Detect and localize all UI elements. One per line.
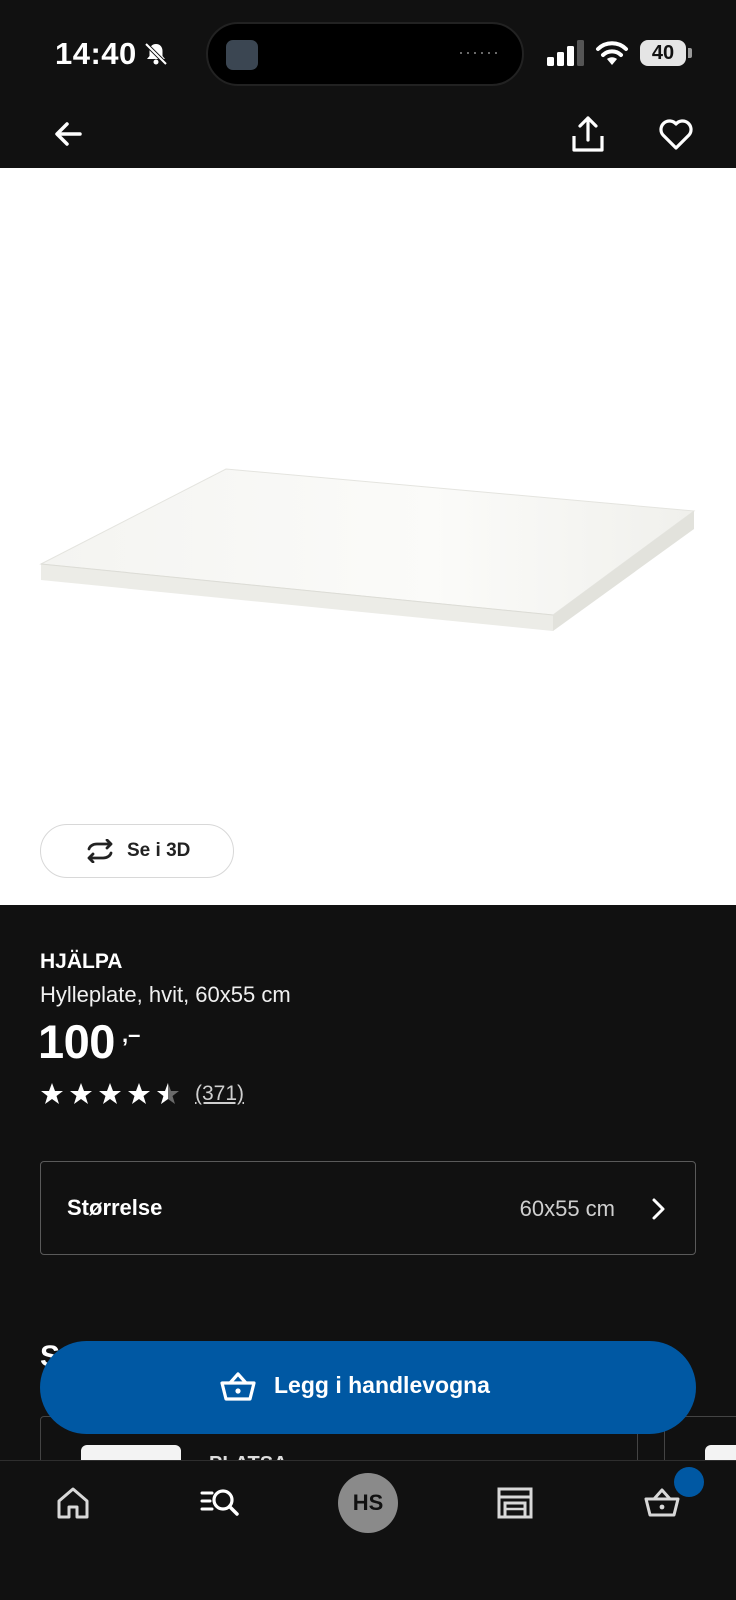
product-rating[interactable]: (371) xyxy=(40,1081,244,1107)
product-price: 100 xyxy=(38,1015,115,1068)
cart-notification-badge xyxy=(674,1467,704,1497)
cellular-signal-icon xyxy=(547,40,584,66)
size-value: 60x55 cm xyxy=(519,1196,615,1221)
tab-home[interactable] xyxy=(33,1461,113,1541)
review-count-link[interactable]: (371) xyxy=(195,1082,244,1106)
battery-indicator: 40 xyxy=(640,40,692,66)
profile-avatar: HS xyxy=(338,1473,398,1533)
product-image-shelf xyxy=(39,468,696,631)
search-list-icon xyxy=(200,1489,239,1516)
share-icon[interactable] xyxy=(568,112,608,156)
back-arrow-icon[interactable] xyxy=(48,114,88,154)
dynamic-island: ······ xyxy=(206,22,524,86)
price-suffix: ,– xyxy=(122,1022,141,1047)
island-dots: ······ xyxy=(458,42,500,62)
status-time: 14:40 xyxy=(55,36,137,71)
product-brand: HJÄLPA xyxy=(40,950,123,973)
shopping-basket-icon xyxy=(220,1372,256,1401)
island-media-thumbnail xyxy=(226,40,258,70)
add-to-cart-label: Legg i handlevogna xyxy=(274,1372,490,1398)
wifi-icon xyxy=(596,41,628,65)
star-full-icon xyxy=(41,1083,63,1104)
home-icon xyxy=(57,1487,89,1519)
top-navigation xyxy=(0,104,736,168)
size-selector[interactable]: Størrelse 60x55 cm xyxy=(40,1161,696,1255)
heart-icon[interactable] xyxy=(656,114,696,154)
product-image-area[interactable]: Se i 3D xyxy=(0,168,736,905)
size-label: Størrelse xyxy=(67,1195,163,1220)
view-in-3d-label: Se i 3D xyxy=(127,840,191,861)
bottom-tab-bar: HS xyxy=(0,1460,736,1600)
rotate-3d-icon xyxy=(87,839,113,863)
tab-profile[interactable]: HS xyxy=(328,1461,408,1541)
tab-cart[interactable] xyxy=(622,1461,704,1541)
product-description: Hylleplate, hvit, 60x55 cm xyxy=(40,982,291,1007)
add-to-cart-button[interactable]: Legg i handlevogna xyxy=(40,1341,696,1434)
star-half-icon xyxy=(157,1083,179,1104)
battery-level: 40 xyxy=(651,42,675,64)
chevron-right-icon xyxy=(652,1198,665,1220)
star-full-icon xyxy=(70,1083,92,1104)
star-full-icon xyxy=(99,1083,121,1104)
view-in-3d-button[interactable]: Se i 3D xyxy=(40,824,234,878)
store-icon xyxy=(497,1487,533,1519)
status-bar: 14:40 ······ 40 xyxy=(0,0,736,104)
bell-off-icon xyxy=(144,42,168,66)
tab-search[interactable] xyxy=(180,1461,260,1541)
star-full-icon xyxy=(128,1083,150,1104)
tab-store[interactable] xyxy=(475,1461,555,1541)
